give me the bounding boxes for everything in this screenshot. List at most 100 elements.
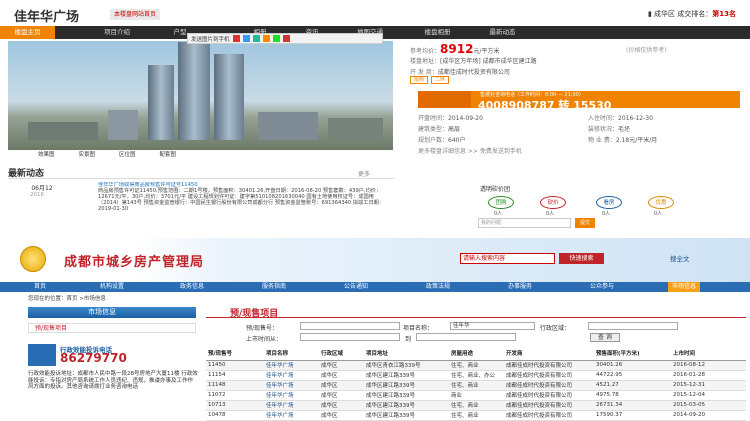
douban-icon[interactable] (272, 35, 280, 42)
district-label: 行政区域： (540, 325, 571, 332)
table-row[interactable]: 10478 佳年华广场 成华区 成华区建江路339号 住宅、商业 成都佳成时代投资有限公司… (206, 410, 746, 421)
table-cell: 成华区建江路339号 (364, 410, 449, 421)
share-label: 发送图片到手机 (191, 36, 230, 43)
query-button[interactable]: 查 询 (590, 333, 620, 342)
nav-gov-info[interactable]: 政务信息 (180, 282, 204, 292)
rank-value: 第13名 (712, 10, 736, 18)
table-cell: 成都佳成时代投资有限公司 (504, 390, 594, 401)
table-cell[interactable]: 佳年华广场 (264, 380, 319, 391)
thumb-facility[interactable]: 配套图 (160, 150, 177, 160)
table-cell: 住宅、商业、办公 (449, 370, 504, 381)
vote-option-group[interactable]: 团购 (488, 196, 514, 209)
tab-intro[interactable]: 项目介绍 (92, 26, 142, 39)
nav-notice[interactable]: 公告通知 (344, 282, 368, 292)
breadcrumb: 您现在的位置：首页 >市场信息 (28, 296, 106, 302)
table-cell[interactable]: 佳年华广场 (264, 390, 319, 401)
rank-prefix: 成华区 成交排名： (654, 10, 713, 18)
presale-no-input[interactable] (300, 322, 400, 330)
table-cell: 4521.27 (594, 380, 671, 391)
fee-label: 物 业 费： (588, 137, 616, 144)
qzone-icon[interactable] (242, 35, 250, 42)
more-details-link[interactable]: 更多楼盘详细信息 >> 免费发送到手机 (418, 146, 522, 155)
table-cell: 成华区 (319, 390, 364, 401)
table-cell[interactable]: 佳年华广场 (264, 410, 319, 421)
thumb-render[interactable]: 效果图 (38, 150, 55, 160)
address-value: [成华区万年场] 成都市成华区建江路 (440, 58, 537, 65)
table-cell: 住宅、商业 (449, 360, 504, 371)
col-area: 预售面积(平方米) (594, 347, 671, 361)
project-photo[interactable] (8, 41, 393, 150)
date-to-label: 到 (405, 336, 412, 343)
table-cell: 11450 (206, 360, 264, 371)
thumb-real[interactable]: 实景图 (79, 150, 96, 160)
nav-market[interactable]: 市场信息 (668, 282, 701, 292)
table-cell: 成华区建江路339号 (364, 390, 449, 401)
search-input[interactable]: 请输入搜索内容 (460, 253, 555, 264)
nav-policy[interactable]: 政策法规 (426, 282, 450, 292)
sidebar-item-presale[interactable]: 预/现售项目 (28, 323, 196, 333)
date-from-input[interactable] (300, 333, 400, 341)
project-name: 佳年华广场 (14, 10, 80, 25)
question-submit-button[interactable]: 提交 (575, 218, 595, 228)
table-cell[interactable]: 佳年华广场 (264, 360, 319, 371)
col-project: 项目名称 (264, 347, 319, 361)
tab-latest[interactable]: 最新动态 (480, 26, 525, 39)
search-all-button[interactable]: 搜全文 (670, 253, 690, 263)
emblem-icon (20, 246, 46, 272)
thumb-location[interactable]: 区位图 (119, 150, 136, 160)
bureau-nav: 首页 机构设置 政务信息 服务指南 公告通知 政策法规 办事服务 公众参与 市场… (0, 282, 750, 292)
vote-option-discount[interactable]: 优惠 (648, 196, 674, 209)
project-name-label: 项目名称： (403, 325, 434, 332)
table-header-row: 预/现售号 项目名称 行政区域 项目地址 房屋用途 开发商 预售面积(平方米) … (206, 347, 746, 361)
table-cell: 10713 (206, 400, 264, 411)
divider (8, 178, 394, 179)
news-item[interactable]: 佳年华广场取得商品房预售许可证号11450 商品房预售许可证11450,预售范围… (98, 182, 392, 234)
vote-option-visit[interactable]: 看房 (596, 196, 622, 209)
price-label: 参考均价： (410, 48, 441, 55)
table-row[interactable]: 10713 佳年华广场 成华区 成华区建江路339号 住宅、商业 成都佳成时代投资有限公司… (206, 400, 746, 411)
table-cell: 成都佳成时代投资有限公司 (504, 410, 594, 421)
news-year: 2016 (30, 192, 44, 198)
project-home-link[interactable]: 本楼盘网站首页 (110, 9, 161, 20)
table-cell: 30401.26 (594, 360, 671, 371)
send-to-phone-bar[interactable]: 发送图片到手机 (187, 33, 383, 44)
table-cell: 住宅、商业 (449, 410, 504, 421)
col-developer: 开发商 (504, 347, 594, 361)
sales-rank: ▮ 成华区 成交排名：第13名 (648, 9, 736, 19)
handover-value: 2016-12-30 (618, 115, 653, 122)
tab-home[interactable]: 楼盘主页 (0, 26, 55, 39)
weibo-icon[interactable] (232, 35, 240, 42)
nav-public[interactable]: 公众参与 (590, 282, 614, 292)
tab-photos[interactable]: 楼盘相册 (415, 26, 460, 39)
table-row[interactable]: 11450 佳年华广场 成华区 成华区青衣江路339号 住宅、商业 成都佳成时代投资有限公… (206, 360, 746, 371)
close-icon[interactable] (282, 35, 290, 42)
question-input[interactable]: 我的问题 (478, 218, 571, 228)
renren-icon[interactable] (262, 35, 270, 42)
news-date: 06月12 (31, 185, 53, 192)
table-cell: 2016-01-28 (671, 370, 746, 381)
table-row[interactable]: 11072 佳年华广场 成华区 成华区建江路339号 商业 成都佳成时代投资有限公司 497… (206, 390, 746, 401)
col-usage: 房屋用途 (449, 347, 504, 361)
project-name-input[interactable]: 佳年华 (450, 322, 535, 330)
table-row[interactable]: 11154 佳年华广场 成华区 成华区建江路339号 住宅、商业、办公 成都佳成时代投资有… (206, 370, 746, 381)
table-cell[interactable]: 佳年华广场 (264, 400, 319, 411)
vote-count: 0人 (654, 211, 663, 217)
nav-org[interactable]: 机构设置 (100, 282, 124, 292)
vote-option-bargain[interactable]: 砍价 (540, 196, 566, 209)
wechat-icon[interactable] (252, 35, 260, 42)
nav-home[interactable]: 首页 (34, 282, 46, 292)
complaint-address: 行政效能投诉地址：成都市人民中路一段28号房地产大厦11楼 行政效能投诉：专指对… (28, 371, 198, 391)
news-more-link[interactable]: 更多 (358, 169, 370, 178)
call-button[interactable] (418, 91, 471, 108)
date-to-input[interactable] (416, 333, 516, 341)
news-body: 商品房预售许可证11450,预售范围：二期1号楼，预售面积：30401.26,开… (98, 188, 385, 213)
table-row[interactable]: 11148 佳年华广场 成华区 成华区建江路339号 住宅、商业 成都佳成时代投资有限公司… (206, 380, 746, 391)
nav-guide[interactable]: 服务指南 (262, 282, 286, 292)
district-select[interactable] (588, 322, 678, 330)
fee-value: 2.18元/平米/月 (615, 137, 658, 144)
vote-count: 0人 (602, 211, 611, 217)
nav-services[interactable]: 办事服务 (508, 282, 532, 292)
table-cell[interactable]: 佳年华广场 (264, 370, 319, 381)
vote-title: 透明砍价团 (480, 186, 511, 193)
search-button[interactable]: 快速搜索 (559, 253, 604, 264)
